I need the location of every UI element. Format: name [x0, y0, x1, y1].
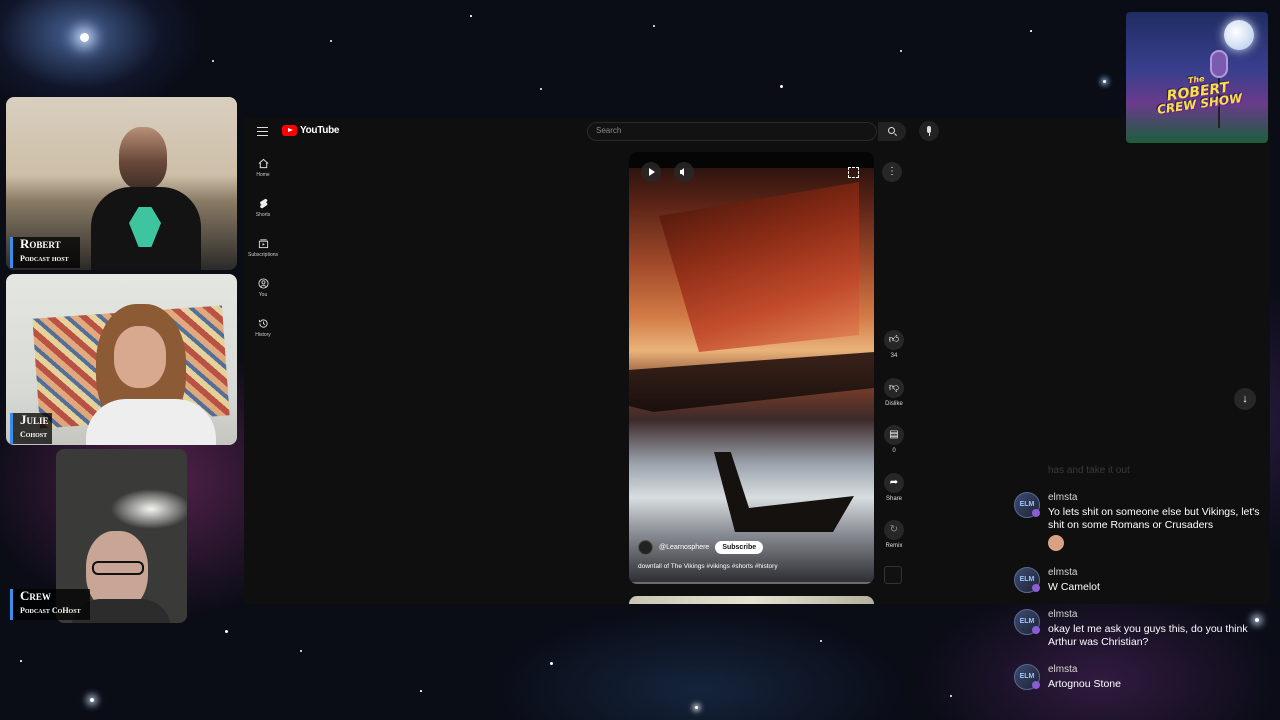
sidebar-item-subscriptions[interactable]: Subscriptions — [244, 238, 282, 258]
channel-avatar[interactable] — [638, 540, 653, 555]
participant-role: Podcast host — [20, 254, 69, 263]
name-tag-julie: Julie Cohost — [10, 413, 52, 444]
show-logo-text: The ROBERT CREW SHOW — [1146, 67, 1250, 117]
chat-message: ELM elmsta W Camelot — [1014, 567, 1272, 597]
chat-message: ELM elmsta Artognou Stone — [1014, 664, 1272, 694]
search-input[interactable]: Search — [587, 122, 877, 141]
chat-text: okay let me ask you guys this, do you th… — [1048, 623, 1248, 648]
host-figure — [91, 127, 201, 270]
remix-label: Remix — [885, 543, 903, 549]
chat-text-content: Yo lets shit on someone else but Vikings… — [1048, 506, 1260, 531]
name-tag-crew: Crew Podcast CoHost — [10, 589, 90, 620]
viking-ship-artwork — [629, 352, 874, 412]
youtube-header: YouTube Search — [244, 118, 1270, 146]
host-head — [119, 127, 167, 189]
chat-username: elmsta — [1048, 492, 1078, 503]
video-title[interactable]: downfall of The Vikings #vikings #shorts… — [638, 563, 778, 570]
home-icon — [258, 158, 268, 169]
channel-row: @Learnosphere Subscribe — [638, 540, 764, 555]
short-video-player[interactable]: @Learnosphere Subscribe downfall of The … — [629, 152, 874, 584]
share-label: Share — [885, 496, 902, 502]
sidebar-item-history[interactable]: History — [244, 318, 282, 338]
chat-username: elmsta — [1048, 664, 1078, 675]
sidebar-item-label: Home — [256, 172, 270, 178]
video-top-bar — [629, 152, 874, 168]
more-options-button[interactable]: ⋮ — [882, 162, 902, 182]
cohost-face — [114, 326, 166, 388]
crew-glasses — [92, 561, 144, 575]
shorts-icon — [259, 198, 267, 209]
chat-message: ELM elmsta Yo lets shit on someone else … — [1014, 492, 1272, 556]
emoji-icon — [1048, 535, 1064, 551]
sidebar-item-label: You — [258, 292, 268, 298]
sound-thumbnail[interactable] — [884, 566, 902, 584]
comments-button[interactable]: ▤ 0 — [882, 425, 906, 454]
dislike-button[interactable]: 👎︎ Dislike — [882, 378, 906, 407]
arrow-down-icon: ↓ — [1242, 393, 1248, 405]
menu-icon[interactable] — [257, 127, 268, 136]
remix-icon: ↻ — [884, 520, 904, 540]
next-short-preview[interactable] — [629, 596, 874, 604]
sidebar-item-home[interactable]: Home — [244, 158, 282, 178]
volume-button[interactable] — [674, 162, 694, 182]
like-button[interactable]: 👍︎ 34 — [882, 330, 906, 359]
sidebar-item-you[interactable]: You — [244, 278, 282, 298]
cohost-figure — [86, 304, 216, 445]
channel-name[interactable]: @Learnosphere — [659, 544, 709, 551]
share-icon: ➦ — [884, 473, 904, 493]
remix-button[interactable]: ↻ Remix — [882, 520, 906, 549]
chat-message: ELM elmsta okay let me ask you guys this… — [1014, 609, 1272, 651]
viking-sail-artwork — [659, 182, 859, 352]
sidebar-item-label: Shorts — [255, 212, 271, 218]
play-button[interactable] — [641, 162, 661, 182]
youtube-play-logo-icon — [282, 125, 297, 136]
moon-icon — [1224, 20, 1254, 50]
voice-search-button[interactable] — [919, 121, 939, 141]
user-avatar: ELM — [1014, 492, 1040, 518]
sidebar-item-shorts[interactable]: Shorts — [244, 198, 282, 218]
fullscreen-button[interactable] — [843, 162, 863, 182]
participant-name: Crew — [20, 588, 51, 603]
faded-chat-message: has and take it out — [1048, 465, 1130, 476]
participant-role: Cohost — [20, 430, 48, 439]
next-video-button[interactable]: ↓ — [1234, 388, 1256, 410]
cohost-shirt — [86, 399, 216, 445]
video-progress-bar[interactable] — [629, 582, 874, 584]
participant-role: Podcast CoHost — [20, 606, 81, 615]
subscriptions-icon — [258, 239, 268, 249]
share-button[interactable]: ➦ Share — [882, 473, 906, 502]
chat-username: elmsta — [1048, 609, 1078, 620]
comment-icon: ▤ — [884, 425, 904, 445]
participant-name: Julie — [20, 412, 49, 427]
you-icon — [257, 278, 269, 289]
search-icon — [888, 127, 895, 134]
chat-text: W Camelot — [1048, 581, 1100, 593]
thumbs-up-icon: 👍︎ — [884, 330, 904, 350]
user-avatar: ELM — [1014, 567, 1040, 593]
thumbs-down-icon: 👎︎ — [884, 378, 904, 398]
sidebar-item-label: Subscriptions — [247, 252, 278, 258]
search-placeholder: Search — [596, 126, 622, 135]
chat-text: Yo lets shit on someone else but Vikings… — [1048, 506, 1260, 555]
subscribe-button[interactable]: Subscribe — [715, 541, 764, 554]
longboat-artwork — [714, 452, 854, 532]
participant-name: Robert — [20, 236, 61, 251]
chat-overlay: has and take it out ELM elmsta Yo lets s… — [1010, 460, 1272, 700]
chat-text: Artognou Stone — [1048, 678, 1121, 690]
like-count: 34 — [890, 353, 898, 359]
name-tag-robert: Robert Podcast host — [10, 237, 80, 268]
youtube-logo[interactable]: YouTube — [282, 125, 340, 136]
comment-count: 0 — [892, 448, 896, 454]
user-avatar: ELM — [1014, 609, 1040, 635]
dislike-label: Dislike — [885, 401, 903, 407]
history-icon — [258, 319, 268, 328]
sidebar-item-label: History — [255, 332, 271, 338]
user-avatar: ELM — [1014, 664, 1040, 690]
search-button[interactable] — [878, 122, 906, 141]
chat-username: elmsta — [1048, 567, 1078, 578]
show-logo: The ROBERT CREW SHOW — [1126, 12, 1268, 143]
youtube-logo-text: YouTube — [300, 125, 340, 136]
